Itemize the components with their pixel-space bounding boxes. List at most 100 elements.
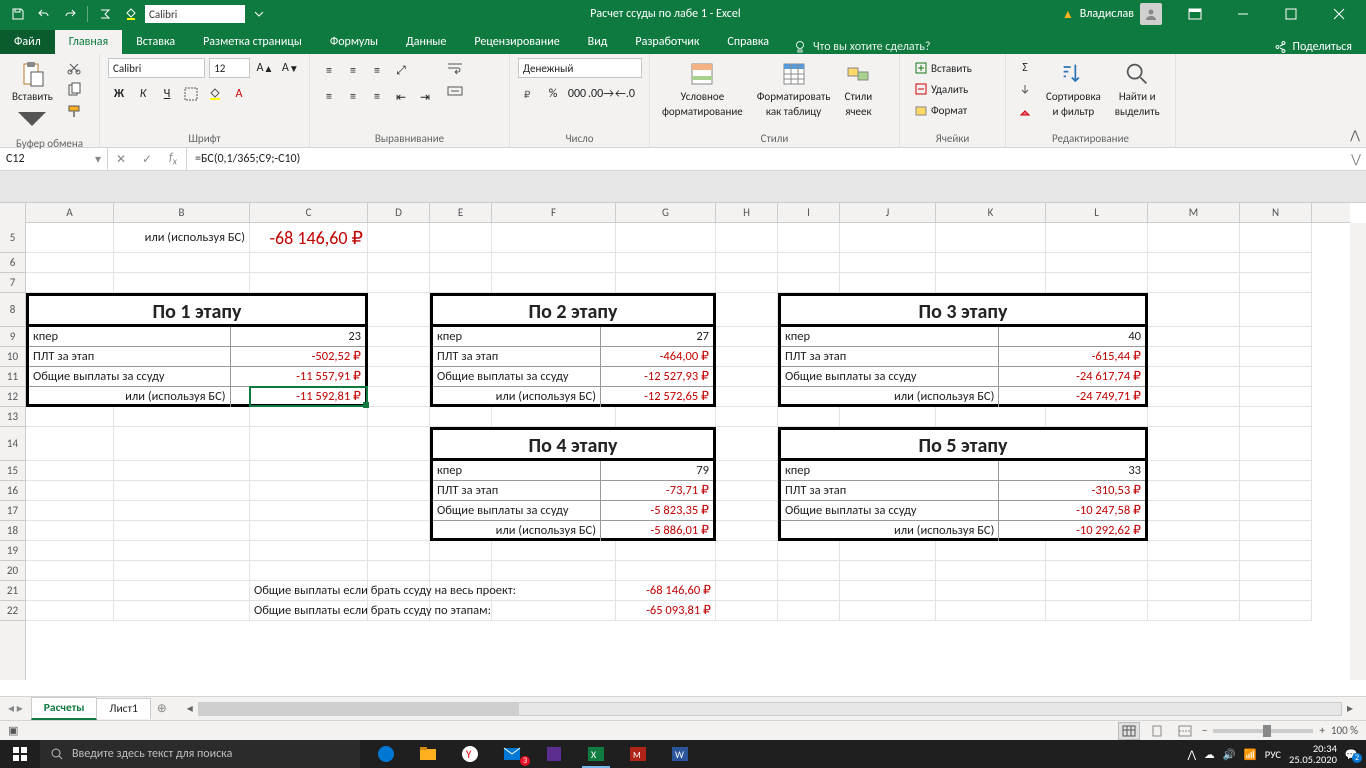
font-name-combo[interactable]: Calibri bbox=[108, 58, 205, 78]
undo-icon[interactable] bbox=[32, 2, 56, 26]
row-header-15[interactable]: 15 bbox=[0, 461, 25, 481]
normal-view-icon[interactable] bbox=[1118, 722, 1140, 740]
fill-icon[interactable] bbox=[1014, 80, 1036, 100]
cancel-formula-icon[interactable]: ✕ bbox=[108, 152, 134, 167]
taskbar-yandex-icon[interactable]: Y bbox=[450, 740, 490, 768]
col-header-C[interactable]: C bbox=[250, 203, 368, 222]
cells-area[interactable]: или (используя БС)-68 146,60 ₽По 1 этапу… bbox=[26, 223, 1350, 680]
underline-icon[interactable]: Ч bbox=[156, 84, 178, 104]
ribbon-display-icon[interactable] bbox=[1172, 0, 1218, 28]
zoom-level[interactable]: 100 % bbox=[1331, 724, 1358, 737]
save-icon[interactable] bbox=[6, 2, 30, 26]
copy-icon[interactable] bbox=[63, 80, 85, 100]
align-bottom-icon[interactable]: ≡ bbox=[366, 61, 388, 81]
col-header-K[interactable]: K bbox=[936, 203, 1046, 222]
font-size-combo[interactable]: 12 bbox=[209, 58, 250, 78]
format-as-table-button[interactable]: Форматировать как таблицу bbox=[753, 58, 835, 120]
merge-cells-icon[interactable] bbox=[442, 81, 468, 101]
taskbar-excel-icon[interactable]: X bbox=[576, 740, 616, 768]
scroll-right-icon[interactable]: ▸ bbox=[1342, 701, 1358, 717]
page-layout-view-icon[interactable] bbox=[1146, 722, 1168, 740]
align-middle-icon[interactable]: ≡ bbox=[342, 61, 364, 81]
col-header-N[interactable]: N bbox=[1240, 203, 1312, 222]
tray-wifi-icon[interactable]: 📶 bbox=[1244, 748, 1257, 761]
collapse-ribbon-icon[interactable]: ⋀ bbox=[1350, 128, 1360, 143]
format-cells-button[interactable]: Формат bbox=[908, 100, 997, 120]
formula-input[interactable]: =БС(0,1/365;C9;-C10) bbox=[187, 148, 1346, 170]
taskbar-mail-icon[interactable]: 3 bbox=[492, 740, 532, 768]
delete-cells-button[interactable]: Удалить bbox=[908, 79, 997, 99]
row-header-12[interactable]: 12 bbox=[0, 387, 25, 407]
bold-icon[interactable]: Ж bbox=[108, 84, 130, 104]
decrease-font-icon[interactable]: A▼ bbox=[280, 58, 301, 78]
row-header-7[interactable]: 7 bbox=[0, 273, 25, 293]
borders-icon[interactable] bbox=[180, 84, 202, 104]
col-header-J[interactable]: J bbox=[840, 203, 936, 222]
row-header-14[interactable]: 14 bbox=[0, 427, 25, 461]
select-all-corner[interactable] bbox=[0, 203, 26, 223]
col-header-M[interactable]: M bbox=[1148, 203, 1240, 222]
col-header-F[interactable]: F bbox=[492, 203, 616, 222]
tab-data[interactable]: Данные bbox=[392, 30, 460, 54]
zoom-slider[interactable] bbox=[1213, 729, 1313, 733]
user-account[interactable]: ▲ Владислав bbox=[1054, 3, 1170, 25]
wrap-text-icon[interactable] bbox=[442, 58, 468, 78]
clear-icon[interactable] bbox=[1014, 102, 1036, 122]
col-header-H[interactable]: H bbox=[716, 203, 778, 222]
row-header-5[interactable]: 5 bbox=[0, 223, 25, 253]
row-header-21[interactable]: 21 bbox=[0, 581, 25, 601]
row-header-17[interactable]: 17 bbox=[0, 501, 25, 521]
tab-developer[interactable]: Разработчик bbox=[621, 30, 713, 54]
comma-format-icon[interactable]: 000 bbox=[566, 84, 588, 104]
tab-layout[interactable]: Разметка страницы bbox=[189, 30, 316, 54]
cut-icon[interactable] bbox=[63, 58, 85, 78]
horizontal-scrollbar[interactable]: ◂ ▸ bbox=[182, 701, 1358, 717]
row-header-16[interactable]: 16 bbox=[0, 481, 25, 501]
tray-clock[interactable]: 20:34 25.05.2020 bbox=[1289, 743, 1337, 765]
row-header-10[interactable]: 10 bbox=[0, 347, 25, 367]
align-right-icon[interactable]: ≡ bbox=[366, 87, 388, 107]
insert-cells-button[interactable]: Вставить bbox=[908, 58, 997, 78]
tab-home[interactable]: Главная bbox=[55, 30, 122, 54]
italic-icon[interactable]: К bbox=[132, 84, 154, 104]
col-header-B[interactable]: B bbox=[114, 203, 250, 222]
font-color-icon[interactable]: A bbox=[228, 84, 250, 104]
tab-insert[interactable]: Вставка bbox=[122, 30, 189, 54]
maximize-icon[interactable] bbox=[1268, 0, 1314, 28]
accounting-format-icon[interactable]: ₽ bbox=[518, 84, 540, 104]
align-top-icon[interactable]: ≡ bbox=[318, 61, 340, 81]
col-header-A[interactable]: A bbox=[26, 203, 114, 222]
start-button[interactable] bbox=[0, 740, 40, 768]
taskbar-search[interactable]: Введите здесь текст для поиска bbox=[40, 740, 360, 768]
cell-styles-button[interactable]: Стили ячеек bbox=[840, 58, 876, 120]
fx-icon[interactable]: fx bbox=[160, 151, 186, 167]
taskbar-edge-icon[interactable] bbox=[366, 740, 406, 768]
autosum-icon[interactable] bbox=[93, 2, 117, 26]
align-center-icon[interactable]: ≡ bbox=[342, 87, 364, 107]
zoom-out-icon[interactable]: − bbox=[1202, 724, 1207, 737]
tab-file[interactable]: Файл bbox=[0, 30, 55, 54]
minimize-icon[interactable] bbox=[1220, 0, 1266, 28]
spreadsheet-grid[interactable]: ABCDEFGHIJKLMN 5678910111213141516171819… bbox=[0, 203, 1366, 696]
sort-filter-button[interactable]: Сортировка и фильтр bbox=[1042, 58, 1105, 120]
taskbar-app-icon[interactable] bbox=[534, 740, 574, 768]
conditional-formatting-button[interactable]: Условное форматирование bbox=[658, 58, 747, 120]
tab-review[interactable]: Рецензирование bbox=[460, 30, 573, 54]
sheet-tab-active[interactable]: Расчеты bbox=[31, 697, 98, 720]
increase-font-icon[interactable]: A▲ bbox=[254, 58, 275, 78]
find-select-button[interactable]: Найти и выделить bbox=[1111, 58, 1164, 120]
format-painter-icon[interactable] bbox=[63, 102, 85, 122]
name-box[interactable]: C12▾ bbox=[0, 148, 108, 170]
row-header-8[interactable]: 8 bbox=[0, 293, 25, 327]
fill-color-btn-icon[interactable] bbox=[204, 84, 226, 104]
sheet-tab-other[interactable]: Лист1 bbox=[96, 698, 150, 719]
orientation-icon[interactable]: ⤢ bbox=[390, 61, 412, 81]
decrease-decimal-icon[interactable]: ←.0 bbox=[614, 84, 636, 104]
row-header-19[interactable]: 19 bbox=[0, 541, 25, 561]
row-header-22[interactable]: 22 bbox=[0, 601, 25, 621]
tab-view[interactable]: Вид bbox=[574, 30, 622, 54]
increase-indent-icon[interactable]: ⇥ bbox=[414, 87, 436, 107]
number-format-combo[interactable]: Денежный bbox=[518, 58, 642, 78]
autosum-btn-icon[interactable]: Σ bbox=[1014, 58, 1036, 78]
tell-me-search[interactable]: Что вы хотите сделать? bbox=[783, 40, 940, 54]
